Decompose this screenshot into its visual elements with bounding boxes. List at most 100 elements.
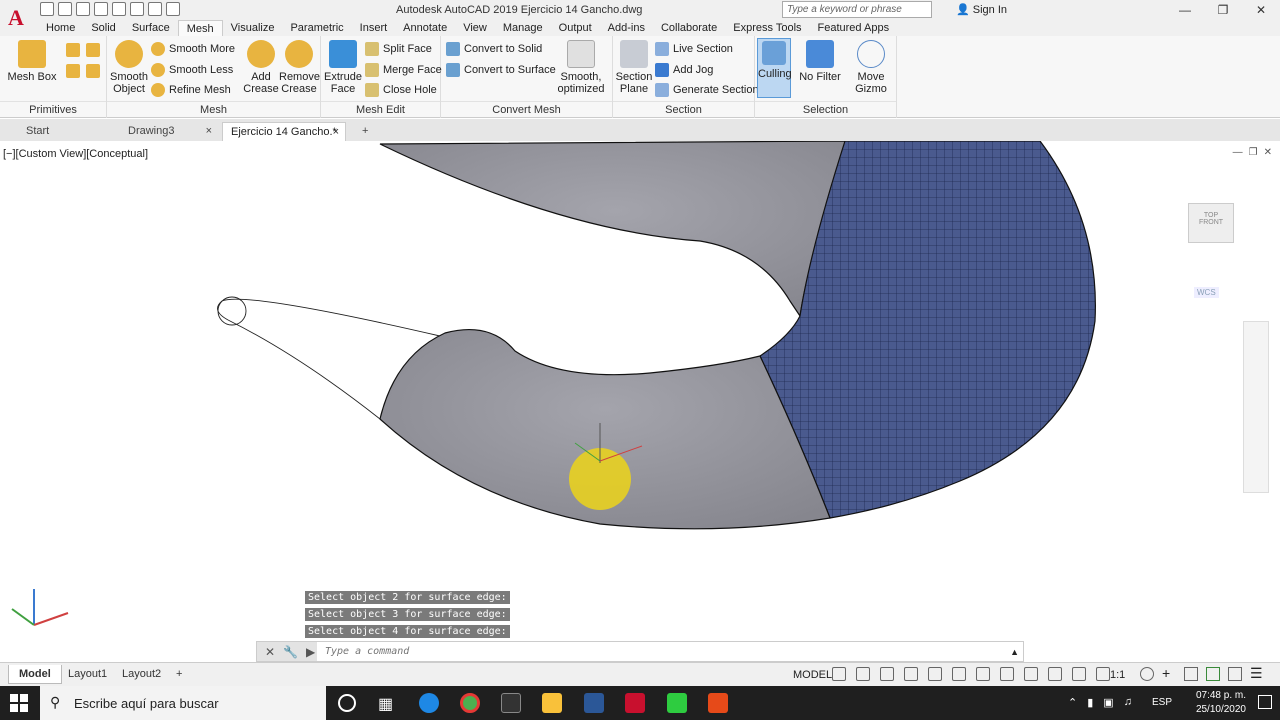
notifications-icon[interactable]: [1258, 695, 1272, 709]
annotation-visibility-icon[interactable]: [1096, 667, 1110, 681]
ribbon-tab-home[interactable]: Home: [38, 20, 83, 36]
dynamic-ucs-icon[interactable]: [1024, 667, 1038, 681]
open-icon[interactable]: [58, 2, 72, 16]
smooth-less-button[interactable]: Smooth Less: [151, 63, 233, 77]
ribbon-tab-solid[interactable]: Solid: [83, 20, 123, 36]
drawing-viewport[interactable]: [−][Custom View][Conceptual] — ❐ ✕ TOP F…: [0, 141, 1280, 661]
edge-icon[interactable]: [419, 693, 439, 713]
split-face-button[interactable]: Split Face: [365, 42, 432, 56]
chevron-up-icon[interactable]: ▲: [1010, 647, 1023, 657]
extrude-face-button[interactable]: Extrude Face: [323, 40, 363, 95]
wrench-icon[interactable]: 🔧: [283, 645, 298, 659]
ribbon-tab-mesh[interactable]: Mesh: [177, 20, 223, 36]
ribbon-tab-view[interactable]: View: [455, 20, 495, 36]
doc-tab-start[interactable]: Start: [18, 122, 118, 141]
prompt-icon[interactable]: ▶: [306, 645, 315, 659]
smooth-more-button[interactable]: Smooth More: [151, 42, 235, 56]
ribbon-tab-visualize[interactable]: Visualize: [223, 20, 283, 36]
hardware-acceleration-icon[interactable]: [1206, 667, 1220, 681]
new-icon[interactable]: [40, 2, 54, 16]
panel-title-mesh[interactable]: Mesh: [107, 101, 320, 116]
layout-tab-model[interactable]: Model: [8, 665, 62, 684]
plus-icon[interactable]: +: [1162, 666, 1176, 681]
ribbon-tab-parametric[interactable]: Parametric: [282, 20, 351, 36]
close-icon[interactable]: ✕: [265, 645, 275, 659]
fullscreen-icon[interactable]: [1228, 667, 1242, 681]
no-filter-dropdown[interactable]: No Filter: [797, 40, 843, 83]
mesh-wedge-button[interactable]: [66, 64, 80, 78]
task-view-icon[interactable]: ▦: [378, 694, 393, 714]
battery-icon[interactable]: ▮: [1087, 696, 1093, 709]
clock[interactable]: 07:48 p. m. 25/10/2020: [1196, 689, 1246, 717]
command-input[interactable]: [317, 646, 1011, 657]
isodraft-icon[interactable]: [952, 667, 966, 681]
save-as-icon[interactable]: [94, 2, 108, 16]
infer-icon[interactable]: [880, 667, 894, 681]
undo-icon[interactable]: [148, 2, 162, 16]
layout-tab-layout2[interactable]: Layout2: [112, 665, 171, 683]
minimize-icon[interactable]: —: [1166, 0, 1204, 20]
ribbon-tab-manage[interactable]: Manage: [495, 20, 551, 36]
close-icon[interactable]: ✕: [1242, 0, 1280, 20]
netbeans-icon[interactable]: [501, 693, 521, 713]
panel-title-section[interactable]: Section: [613, 101, 754, 116]
hook-model[interactable]: [0, 141, 1280, 661]
isolate-icon[interactable]: [1184, 667, 1198, 681]
chrome-icon[interactable]: [460, 693, 480, 713]
ribbon-tab-surface[interactable]: Surface: [124, 20, 178, 36]
grid-icon[interactable]: [832, 667, 846, 681]
camtasia-icon[interactable]: [667, 693, 687, 713]
convert-to-solid-button[interactable]: Convert to Solid: [446, 42, 542, 56]
add-crease-button[interactable]: Add Crease: [241, 40, 281, 95]
ribbon-tab-annotate[interactable]: Annotate: [395, 20, 455, 36]
windows-start-icon[interactable]: [10, 694, 28, 712]
merge-face-button[interactable]: Merge Face: [365, 63, 442, 77]
smooth-optimized-dropdown[interactable]: Smooth, optimized: [555, 40, 607, 95]
panel-title-primitives[interactable]: Primitives: [0, 101, 106, 116]
doc-tab-drawing3[interactable]: Drawing3 ×: [120, 122, 220, 141]
restore-icon[interactable]: ❐: [1204, 0, 1242, 20]
gear-icon[interactable]: [1140, 667, 1154, 681]
add-jog-button[interactable]: Add Jog: [655, 63, 713, 77]
file-explorer-icon[interactable]: [542, 693, 562, 713]
plot-icon[interactable]: [112, 2, 126, 16]
cortana-icon[interactable]: [338, 694, 356, 712]
culling-toggle[interactable]: Culling: [757, 38, 792, 98]
remove-crease-button[interactable]: Remove Crease: [279, 40, 320, 95]
snap-icon[interactable]: [856, 667, 870, 681]
viewcube[interactable]: TOP FRONT: [1188, 203, 1234, 243]
volume-icon[interactable]: ♫: [1124, 696, 1132, 709]
object-snap-icon[interactable]: [1000, 667, 1014, 681]
generate-section-button[interactable]: Generate Section: [655, 83, 759, 97]
autocad-taskbar-icon[interactable]: [625, 693, 645, 713]
taskbar-search[interactable]: ⚲ Escribe aquí para buscar: [40, 686, 326, 720]
close-icon[interactable]: ×: [206, 125, 212, 137]
ribbon-tab-featured-apps[interactable]: Featured Apps: [810, 20, 898, 36]
model-space-toggle[interactable]: MODEL: [793, 669, 832, 681]
word-icon[interactable]: [584, 693, 604, 713]
mesh-cone-button[interactable]: [86, 43, 100, 57]
layout-tab-layout1[interactable]: Layout1: [58, 665, 117, 683]
smooth-object-button[interactable]: Smooth Object: [109, 40, 149, 95]
close-icon[interactable]: ×: [333, 126, 339, 138]
redo-icon[interactable]: [166, 2, 180, 16]
ribbon-tab-add-ins[interactable]: Add-ins: [600, 20, 653, 36]
web-mobile-icon[interactable]: [130, 2, 144, 16]
live-section-button[interactable]: Live Section: [655, 42, 733, 56]
mesh-torus-button[interactable]: [86, 64, 100, 78]
language-indicator[interactable]: ESP: [1152, 697, 1172, 708]
add-layout-button[interactable]: +: [166, 665, 192, 683]
annotation-scale[interactable]: 1:1: [1110, 669, 1125, 681]
mesh-cylinder-button[interactable]: [66, 43, 80, 57]
ribbon-tab-collaborate[interactable]: Collaborate: [653, 20, 725, 36]
refine-mesh-button[interactable]: Refine Mesh: [151, 83, 231, 97]
hamburger-menu-icon[interactable]: ☰: [1250, 666, 1264, 681]
ribbon-tab-insert[interactable]: Insert: [352, 20, 396, 36]
close-hole-button[interactable]: Close Hole: [365, 83, 437, 97]
gizmo-icon[interactable]: [1072, 667, 1086, 681]
section-plane-button[interactable]: Section Plane: [615, 40, 653, 95]
recorder-icon[interactable]: [708, 693, 728, 713]
save-icon[interactable]: [76, 2, 90, 16]
move-gizmo-dropdown[interactable]: Move Gizmo: [851, 40, 891, 95]
new-tab-button[interactable]: +: [354, 122, 376, 141]
